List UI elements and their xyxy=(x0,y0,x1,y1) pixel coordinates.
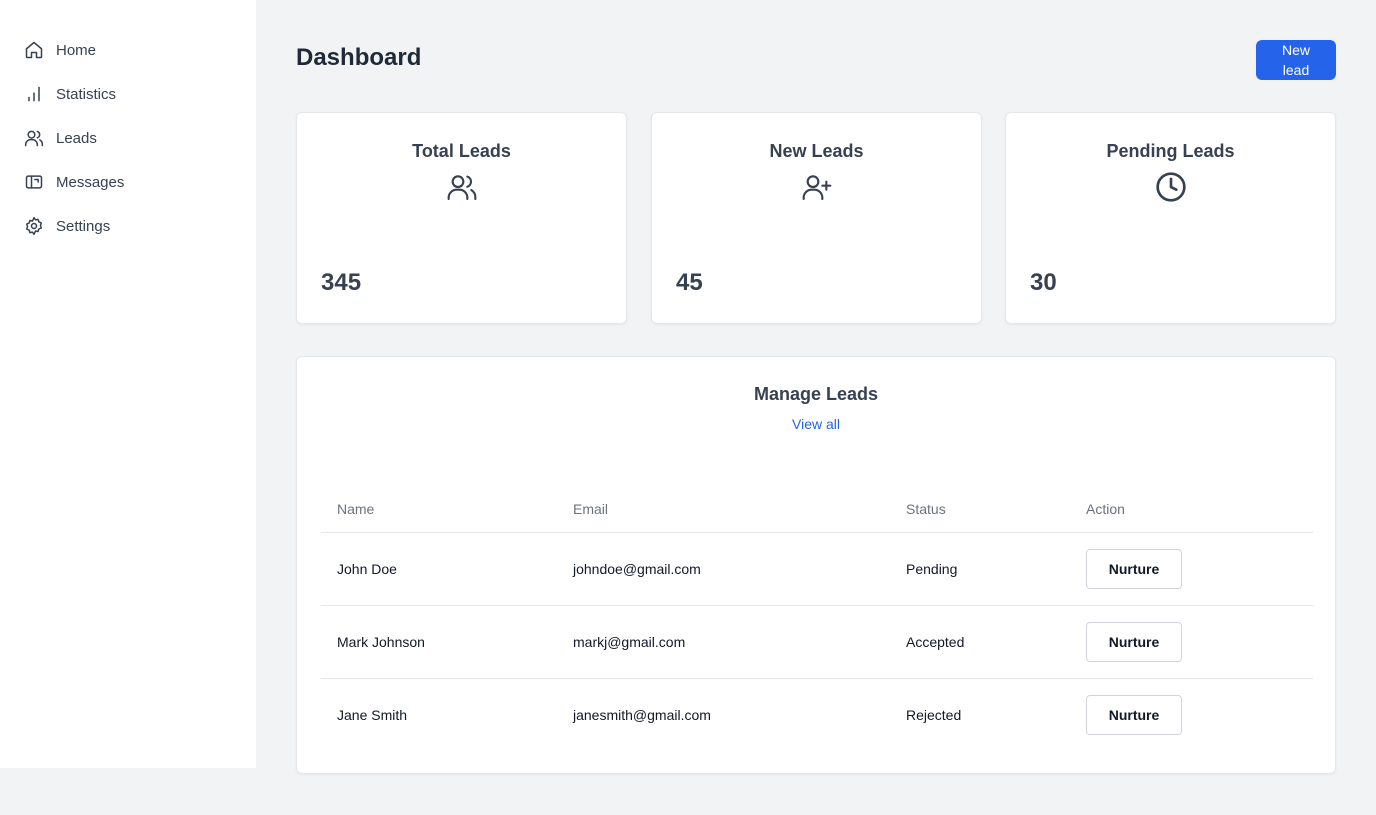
users-icon xyxy=(446,171,478,203)
lead-status: Pending xyxy=(906,560,958,577)
table-row: John Doe johndoe@gmail.com Pending Nurtu… xyxy=(321,532,1313,605)
card-value: 45 xyxy=(676,269,703,296)
home-icon xyxy=(24,40,44,60)
manage-leads-panel: Manage Leads View all Name Email Status … xyxy=(296,356,1336,774)
sidebar-item-label: Settings xyxy=(56,217,111,235)
lead-name: John Doe xyxy=(337,560,397,577)
panel-title: Manage Leads xyxy=(753,384,879,404)
table-header-row: Name Email Status Action xyxy=(321,487,1313,533)
nurture-button[interactable]: Nurture xyxy=(1086,621,1182,662)
sidebar-item-statistics[interactable]: Statistics xyxy=(24,82,256,106)
sidebar: Home Statistics Leads Messages Settings xyxy=(0,0,256,768)
column-header-email: Email xyxy=(557,487,890,533)
lead-action-cell: Nurture xyxy=(1070,604,1313,678)
sidebar-item-label: Statistics xyxy=(56,85,117,103)
lead-email: janesmith@gmail.com xyxy=(557,677,890,751)
column-header-name: Name xyxy=(321,487,557,533)
sidebar-item-label: Messages xyxy=(56,173,125,191)
bar-chart-icon xyxy=(24,84,44,104)
sidebar-item-label: Leads xyxy=(56,129,97,147)
sidebar-item-home[interactable]: Home xyxy=(24,38,256,62)
users-icon xyxy=(24,128,44,148)
table-row: Jane Smith janesmith@gmail.com Rejected … xyxy=(321,677,1313,751)
sidebar-item-settings[interactable]: Settings xyxy=(24,214,256,238)
table-row: Mark Johnson markj@gmail.com Accepted Nu… xyxy=(321,604,1313,678)
sidebar-item-messages[interactable]: Messages xyxy=(24,170,256,194)
gear-icon xyxy=(24,216,44,236)
new-leads-card: New Leads 45 xyxy=(651,112,982,324)
message-box-icon xyxy=(24,172,44,192)
card-title: New Leads xyxy=(769,141,864,161)
lead-status: Rejected xyxy=(890,677,1070,751)
lead-name: Jane Smith xyxy=(321,677,557,751)
card-title: Total Leads xyxy=(412,141,511,161)
card-value: 30 xyxy=(1030,269,1057,296)
lead-email: markj@gmail.com xyxy=(557,604,890,678)
column-header-status: Status xyxy=(890,487,1070,533)
nurture-button[interactable]: Nurture xyxy=(1086,694,1182,735)
nurture-button[interactable]: Nurture xyxy=(1086,548,1182,589)
lead-action-cell: Nurture xyxy=(1070,677,1313,751)
pending-leads-card: Pending Leads 30 xyxy=(1005,112,1336,324)
lead-action-cell: Nurture xyxy=(1070,532,1313,605)
total-leads-card: Total Leads 345 xyxy=(296,112,627,324)
leads-table: Name Email Status Action John Doe johndo… xyxy=(321,487,1313,751)
card-value: 345 xyxy=(321,269,362,296)
card-title: Pending Leads xyxy=(1106,141,1235,161)
lead-status: Accepted xyxy=(890,604,1070,678)
new-lead-button[interactable]: New lead xyxy=(1256,40,1336,80)
lead-name: Mark Johnson xyxy=(321,604,557,678)
view-all-link[interactable]: View all xyxy=(297,416,1335,432)
lead-email: johndoe@gmail.com xyxy=(573,560,701,577)
user-plus-icon xyxy=(801,171,833,203)
column-header-action: Action xyxy=(1070,487,1313,533)
page-title: Dashboard xyxy=(296,44,422,71)
sidebar-item-leads[interactable]: Leads xyxy=(24,126,256,150)
clock-icon xyxy=(1155,171,1187,203)
sidebar-item-label: Home xyxy=(56,41,97,59)
